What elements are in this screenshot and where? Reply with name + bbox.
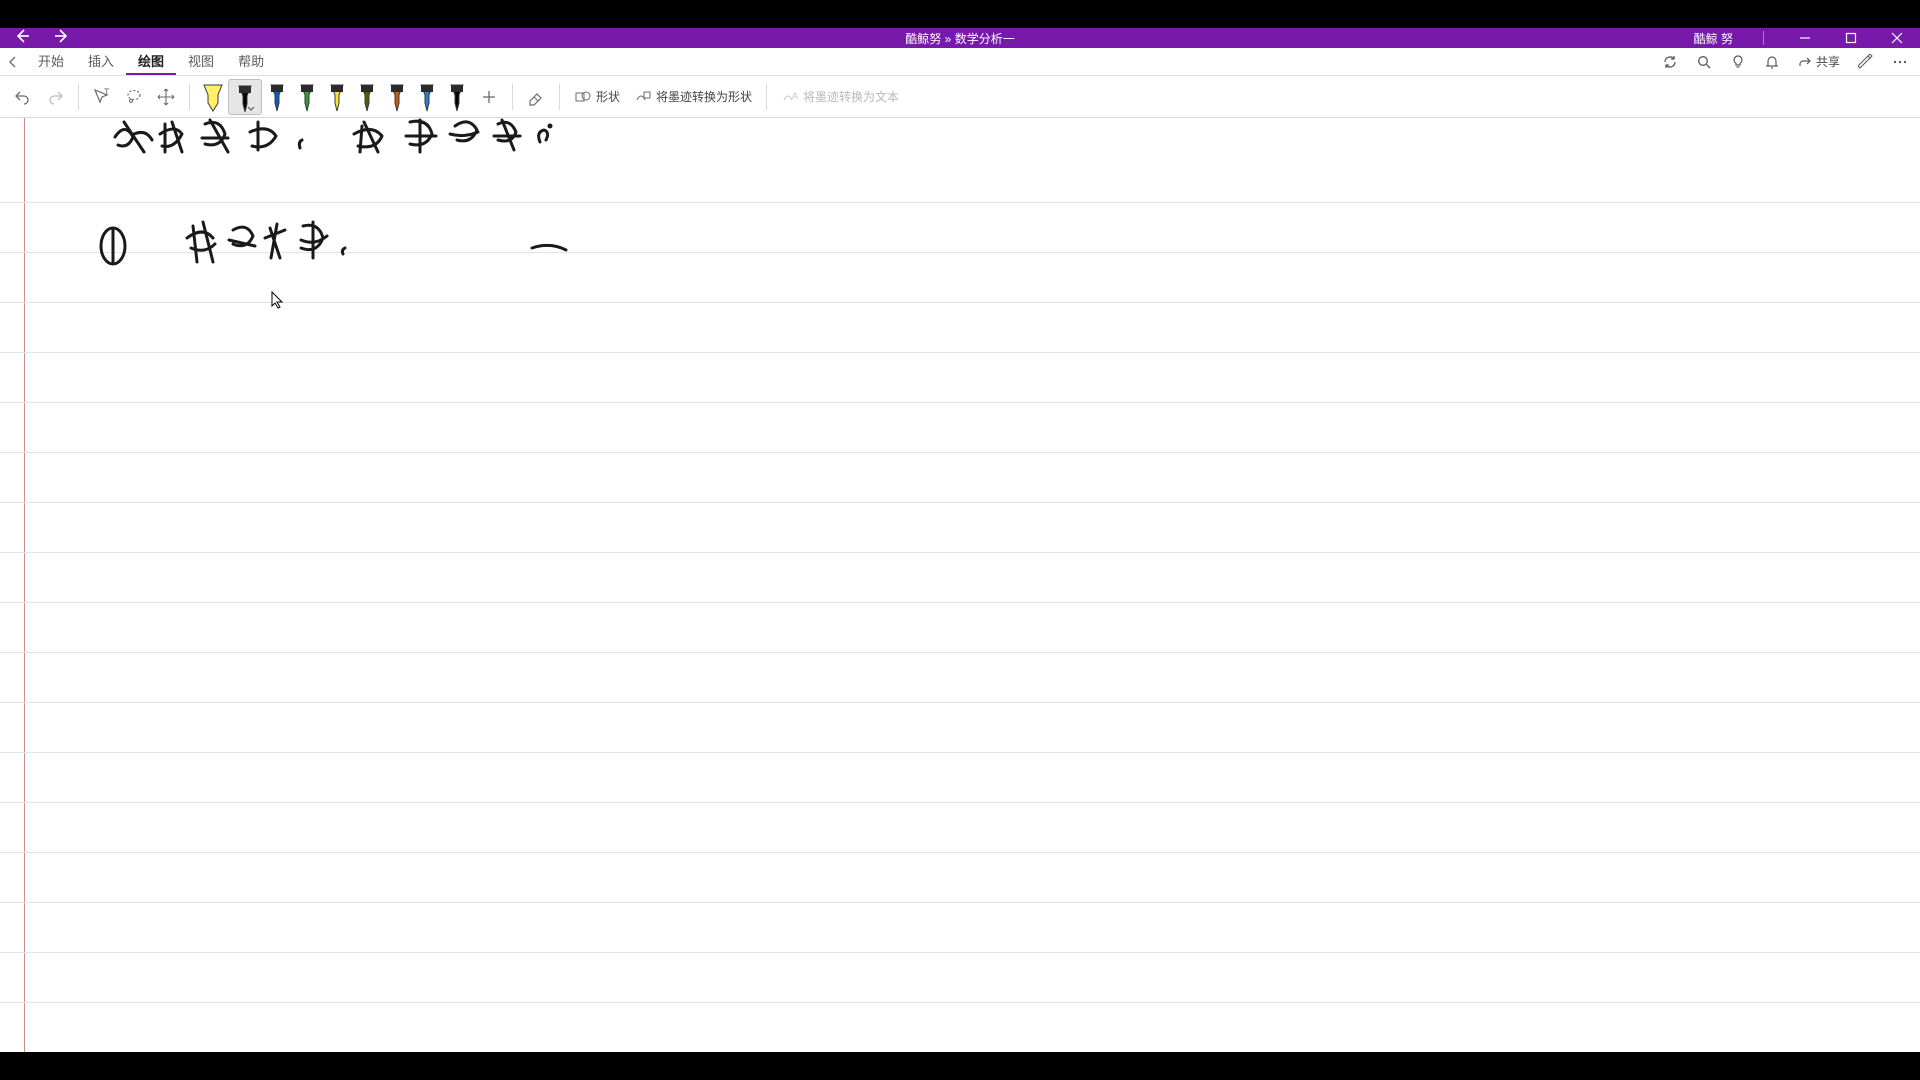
ink-to-shape-button[interactable]: 将墨迹转换为形状	[628, 82, 758, 112]
share-button[interactable]: 共享	[1798, 53, 1840, 70]
tab-视图[interactable]: 视图	[176, 49, 226, 75]
titlebar: 酷鲸努 » 数学分析一 酷鲸 努	[0, 28, 1920, 48]
sync-icon[interactable]	[1662, 54, 1678, 70]
tab-开始[interactable]: 开始	[26, 49, 76, 75]
cursor-icon	[271, 291, 285, 309]
tab-绘图[interactable]: 绘图	[126, 49, 176, 75]
ruled-line	[0, 702, 1920, 703]
lasso-select-button[interactable]	[119, 81, 149, 113]
more-icon[interactable]	[1892, 54, 1908, 70]
handwriting-line-1	[110, 118, 670, 172]
ruled-line	[0, 802, 1920, 803]
pen-1[interactable]	[228, 79, 262, 115]
ruled-line	[0, 852, 1920, 853]
ruled-line	[0, 1002, 1920, 1003]
separator	[1763, 31, 1764, 45]
notification-icon[interactable]	[1764, 54, 1780, 70]
add-pen-button[interactable]	[474, 81, 504, 113]
nav-forward-button[interactable]	[54, 28, 70, 49]
nav-back-button[interactable]	[14, 28, 30, 49]
ruled-line	[0, 602, 1920, 603]
pen-5[interactable]	[352, 79, 382, 115]
ruled-line	[0, 452, 1920, 453]
window-title: 酷鲸努 » 数学分析一	[905, 30, 1014, 47]
tab-插入[interactable]: 插入	[76, 49, 126, 75]
ruled-line	[0, 402, 1920, 403]
svg-text:A: A	[792, 91, 798, 101]
ruled-line	[0, 902, 1920, 903]
separator	[78, 84, 79, 110]
ruled-line	[0, 952, 1920, 953]
ruled-line	[0, 502, 1920, 503]
pen-8[interactable]	[442, 79, 472, 115]
pen-mode-icon[interactable]	[1858, 54, 1874, 70]
redo-button[interactable]	[40, 81, 70, 113]
pen-2[interactable]	[262, 79, 292, 115]
minimize-button[interactable]	[1782, 28, 1828, 48]
pen-4[interactable]	[322, 79, 352, 115]
lightbulb-icon[interactable]	[1730, 54, 1746, 70]
ruled-line	[0, 752, 1920, 753]
maximize-button[interactable]	[1828, 28, 1874, 48]
handwriting-line-2	[185, 218, 445, 278]
pen-7[interactable]	[412, 79, 442, 115]
draw-toolbar: T	[0, 76, 1920, 118]
ribbon-tabs: 开始插入绘图视图帮助 共享	[0, 48, 1920, 76]
note-canvas[interactable]	[0, 118, 1920, 1052]
ruled-line	[0, 552, 1920, 553]
ruled-line	[0, 352, 1920, 353]
account-name[interactable]: 酷鲸 努	[1694, 30, 1733, 47]
eraser-button[interactable]	[521, 81, 551, 113]
search-icon[interactable]	[1696, 54, 1712, 70]
undo-button[interactable]	[8, 81, 38, 113]
margin-line	[24, 118, 25, 1052]
handwriting-dash	[530, 242, 570, 254]
handwriting-bullet	[95, 222, 135, 272]
separator	[189, 84, 190, 110]
pen-0[interactable]	[198, 79, 228, 115]
separator	[512, 84, 513, 110]
separator	[559, 84, 560, 110]
pen-3[interactable]	[292, 79, 322, 115]
pen-6[interactable]	[382, 79, 412, 115]
pan-button[interactable]	[151, 81, 181, 113]
page-back-button[interactable]	[0, 48, 26, 75]
tab-帮助[interactable]: 帮助	[226, 49, 276, 75]
svg-text:T: T	[104, 87, 110, 97]
separator	[766, 84, 767, 110]
text-select-button[interactable]: T	[87, 81, 117, 113]
ruled-line	[0, 652, 1920, 653]
close-button[interactable]	[1874, 28, 1920, 48]
shapes-button[interactable]: 形状	[568, 82, 626, 112]
ruled-line	[0, 202, 1920, 203]
ruled-line	[0, 302, 1920, 303]
ink-to-text-button: A 将墨迹转换为文本	[775, 82, 905, 112]
